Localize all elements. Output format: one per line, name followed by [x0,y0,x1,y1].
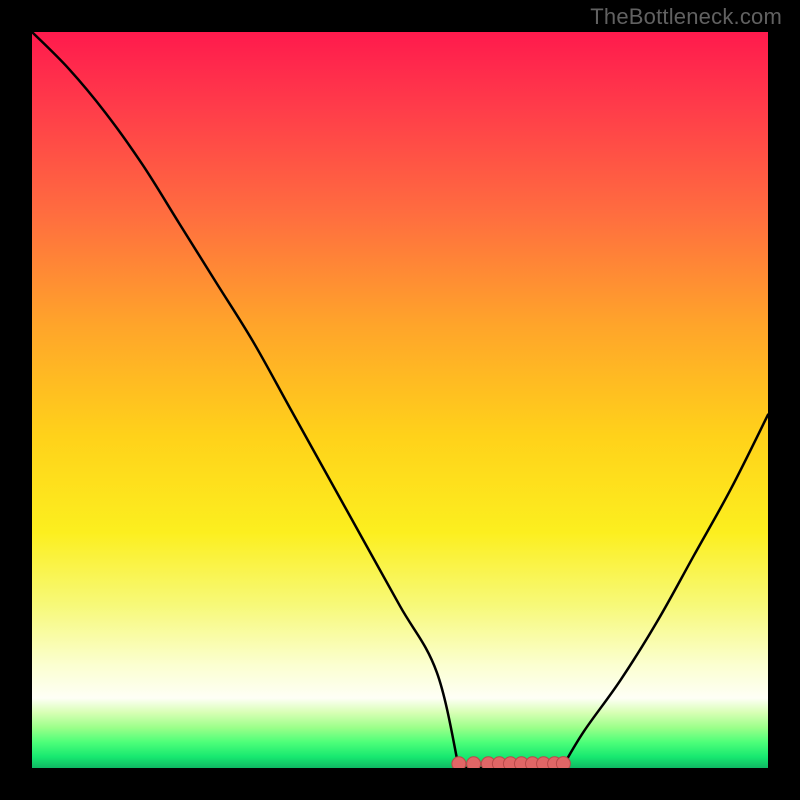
optimal-marker [452,757,466,768]
watermark-text: TheBottleneck.com [590,4,782,30]
optimal-marker [556,757,570,768]
gradient-background [32,32,768,768]
bottleneck-chart-svg [32,32,768,768]
optimal-marker [467,757,481,768]
optimal-range-markers [452,757,571,768]
chart-frame: TheBottleneck.com [0,0,800,800]
plot-area [32,32,768,768]
